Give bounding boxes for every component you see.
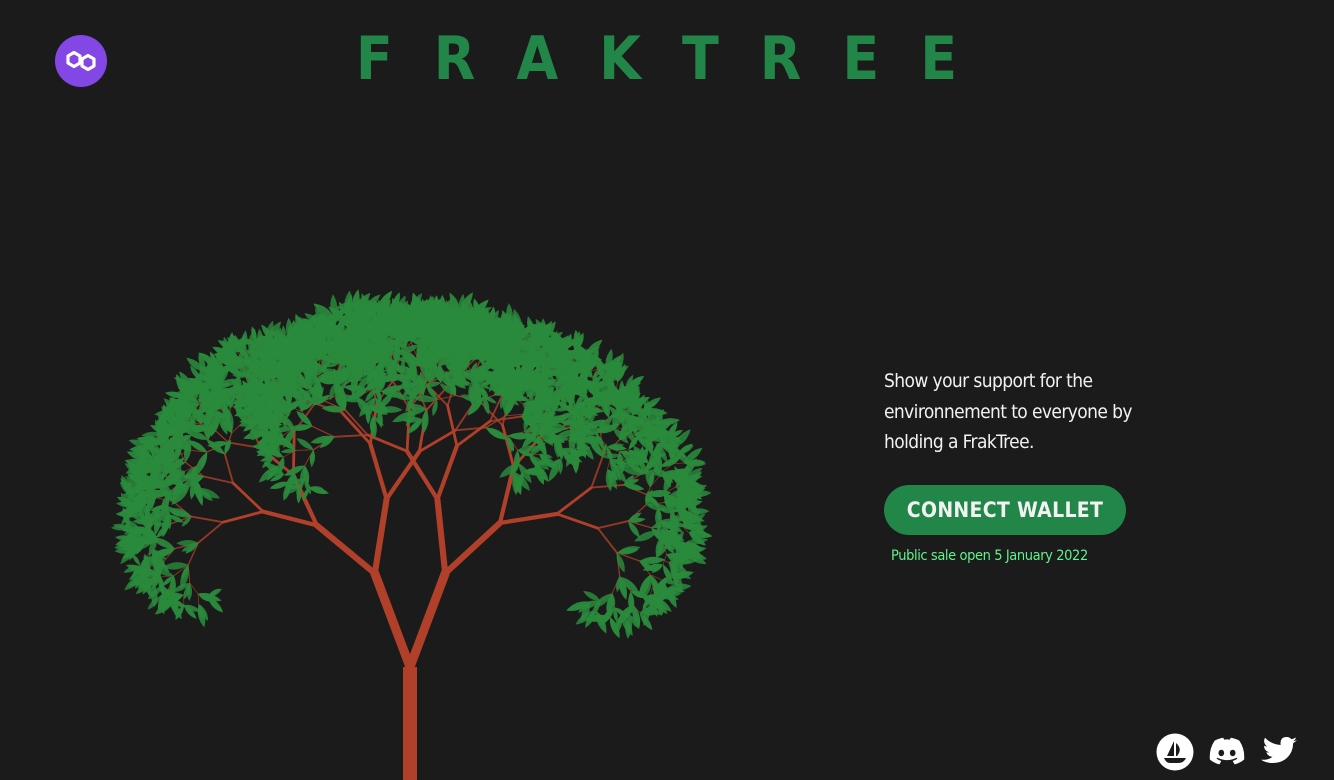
- tree-branch: [223, 453, 234, 484]
- tree-branch: [446, 404, 459, 448]
- tree-branch: [596, 520, 630, 530]
- tree-branch: [231, 481, 265, 514]
- twitter-icon[interactable]: [1260, 733, 1298, 771]
- tree-branch: [371, 495, 390, 577]
- discord-icon[interactable]: [1208, 733, 1246, 771]
- opensea-icon[interactable]: [1156, 733, 1194, 771]
- tagline: Show your support for the environnement …: [884, 370, 1132, 453]
- tree-branch: [497, 511, 560, 525]
- tree-branch: [370, 568, 415, 672]
- tree-branch: [384, 449, 422, 502]
- tree-branch: [197, 521, 224, 544]
- tree-branch: [607, 459, 611, 470]
- tree-branch: [555, 486, 593, 516]
- tree-branch: [590, 456, 604, 489]
- fractal-tree-illustration: [110, 289, 713, 780]
- tree-branch: [417, 428, 457, 454]
- tree-branch: [555, 512, 600, 530]
- sale-date-note: Public sale open 5 January 2022: [891, 547, 1088, 564]
- tree-branch: [311, 425, 335, 438]
- tree-branch: [505, 413, 524, 417]
- page-title: FRAKTREE: [355, 24, 999, 94]
- tree-branch: [313, 522, 378, 577]
- tree-branch: [442, 519, 504, 577]
- tree-trunk: [403, 667, 417, 780]
- tree-branch: [435, 443, 459, 502]
- tree-branch: [294, 449, 314, 451]
- tree-branch: [405, 568, 450, 672]
- tree-branch: [368, 441, 389, 502]
- tree-branch: [261, 509, 319, 528]
- tree-branch: [434, 496, 449, 577]
- tree-branch: [221, 510, 265, 524]
- leaf: [616, 552, 625, 573]
- tree-branch: [202, 475, 234, 484]
- connect-wallet-button[interactable]: CONNECT WALLET: [884, 484, 1126, 535]
- tree-branch: [405, 449, 440, 502]
- tree-branch: [455, 419, 492, 448]
- tree-branch: [197, 593, 200, 605]
- social-links: [1156, 733, 1298, 771]
- tree-branch: [190, 515, 224, 524]
- tree-branch: [596, 527, 618, 554]
- info-panel: Show your support for the environnement …: [884, 366, 1154, 564]
